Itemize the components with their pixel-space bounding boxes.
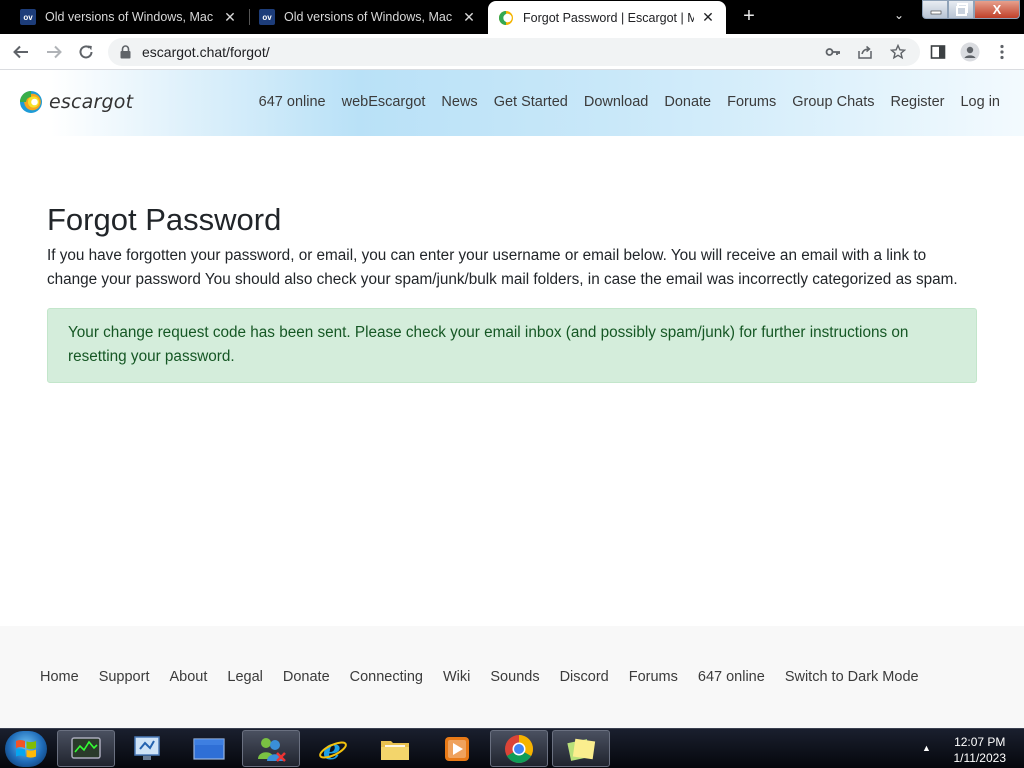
nav-group-chats[interactable]: Group Chats — [792, 94, 874, 110]
nav-donate[interactable]: Donate — [664, 94, 711, 110]
footer-link-discord[interactable]: Discord — [560, 669, 609, 685]
file-explorer-icon[interactable] — [366, 730, 424, 767]
side-panel-icon[interactable] — [926, 40, 950, 64]
nav-register[interactable]: Register — [890, 94, 944, 110]
tab-title: Forgot Password | Escargot | MSN — [523, 10, 694, 25]
restore-button[interactable] — [948, 0, 974, 19]
url-text[interactable]: escargot.chat/forgot/ — [142, 44, 270, 60]
page-description: If you have forgotten your password, or … — [47, 247, 958, 288]
footer-link-home[interactable]: Home — [40, 669, 79, 685]
footer-link-support[interactable]: Support — [99, 669, 150, 685]
messenger-icon[interactable] — [242, 730, 300, 767]
forward-icon[interactable] — [42, 40, 66, 64]
footer-link-connecting[interactable]: Connecting — [350, 669, 423, 685]
escargot-logo-icon — [18, 89, 42, 115]
ov-icon: ov — [20, 9, 36, 25]
close-tab-icon[interactable]: ✕ — [461, 9, 477, 26]
browser-toolbar: escargot.chat/forgot/ — [0, 34, 1024, 70]
minimize-button[interactable] — [922, 0, 948, 19]
ov-icon: ov — [259, 9, 275, 25]
new-tab-button[interactable]: + — [738, 5, 760, 27]
footer-link-forums[interactable]: Forums — [629, 669, 678, 685]
logo-text: escargot — [49, 91, 134, 113]
clock-time: 12:07 PM — [954, 735, 1006, 749]
browser-tab-1[interactable]: ov Old versions of Windows, Mac an ✕ — [10, 0, 248, 34]
profile-avatar-icon[interactable] — [958, 40, 982, 64]
control-panel-icon[interactable] — [118, 730, 176, 767]
footer-link-sounds[interactable]: Sounds — [490, 669, 539, 685]
clock[interactable]: 12:07 PM 1/11/2023 — [954, 734, 1007, 766]
page-title: Forgot Password — [47, 202, 282, 237]
footer-link-wiki[interactable]: Wiki — [443, 669, 470, 685]
clock-date: 1/11/2023 — [953, 751, 1007, 765]
footer-link-about[interactable]: About — [169, 669, 207, 685]
chrome-icon[interactable] — [490, 730, 548, 767]
lock-icon[interactable] — [120, 45, 131, 64]
system-tray: ▲ 12:07 PM 1/11/2023 — [914, 729, 1024, 768]
site-header: escargot 647 online webEscargot News Get… — [0, 70, 1024, 136]
desktop-icon[interactable] — [180, 730, 238, 767]
close-tab-icon[interactable]: ✕ — [700, 9, 716, 26]
windows-taskbar: e ▲ 12:07 PM 1/11/2023 — [0, 728, 1024, 768]
success-alert: Your change request code has been sent. … — [47, 308, 977, 383]
show-hidden-icons-icon[interactable]: ▲ — [922, 743, 931, 753]
tab-title: Old versions of Windows, Mac an — [284, 10, 455, 24]
nav-get-started[interactable]: Get Started — [494, 94, 568, 110]
nav-webescargot[interactable]: webEscargot — [342, 94, 426, 110]
media-player-icon[interactable] — [428, 730, 486, 767]
internet-explorer-icon[interactable]: e — [304, 730, 362, 767]
close-window-button[interactable]: X — [974, 0, 1020, 19]
close-tab-icon[interactable]: ✕ — [222, 9, 238, 26]
nav-news[interactable]: News — [441, 94, 477, 110]
footer-link-legal[interactable]: Legal — [227, 669, 262, 685]
menu-kebab-icon[interactable] — [990, 40, 1014, 64]
task-manager-icon[interactable] — [57, 730, 115, 767]
bookmark-star-icon[interactable] — [889, 43, 907, 61]
tab-search-icon[interactable]: ⌄ — [890, 8, 908, 26]
escargot-icon — [498, 10, 514, 26]
address-bar[interactable]: escargot.chat/forgot/ — [108, 38, 920, 66]
site-footer: Home Support About Legal Donate Connecti… — [0, 626, 1024, 729]
footer-link-dark-mode[interactable]: Switch to Dark Mode — [785, 669, 919, 685]
tab-title: Old versions of Windows, Mac an — [45, 10, 216, 24]
start-button[interactable] — [5, 731, 47, 767]
share-icon[interactable] — [856, 43, 874, 61]
main-content: Forgot Password If you have forgotten yo… — [47, 200, 977, 383]
browser-tab-active[interactable]: Forgot Password | Escargot | MSN ✕ — [488, 1, 726, 34]
key-icon[interactable] — [824, 43, 842, 61]
nav-forums[interactable]: Forums — [727, 94, 776, 110]
nav-download[interactable]: Download — [584, 94, 649, 110]
browser-tab-strip: ov Old versions of Windows, Mac an ✕ ov … — [0, 0, 1024, 34]
sticky-notes-icon[interactable] — [552, 730, 610, 767]
back-icon[interactable] — [9, 40, 33, 64]
nav-log-in[interactable]: Log in — [960, 94, 1000, 110]
site-nav: 647 online webEscargot News Get Started … — [243, 94, 1000, 110]
browser-tab-2[interactable]: ov Old versions of Windows, Mac an ✕ — [249, 0, 487, 34]
nav-online-count[interactable]: 647 online — [259, 94, 326, 110]
footer-link-online-count[interactable]: 647 online — [698, 669, 765, 685]
footer-link-donate[interactable]: Donate — [283, 669, 330, 685]
windows-logo-icon — [16, 740, 36, 758]
reload-icon[interactable] — [74, 40, 98, 64]
site-logo[interactable]: escargot — [18, 88, 133, 116]
footer-nav: Home Support About Legal Donate Connecti… — [40, 669, 939, 685]
